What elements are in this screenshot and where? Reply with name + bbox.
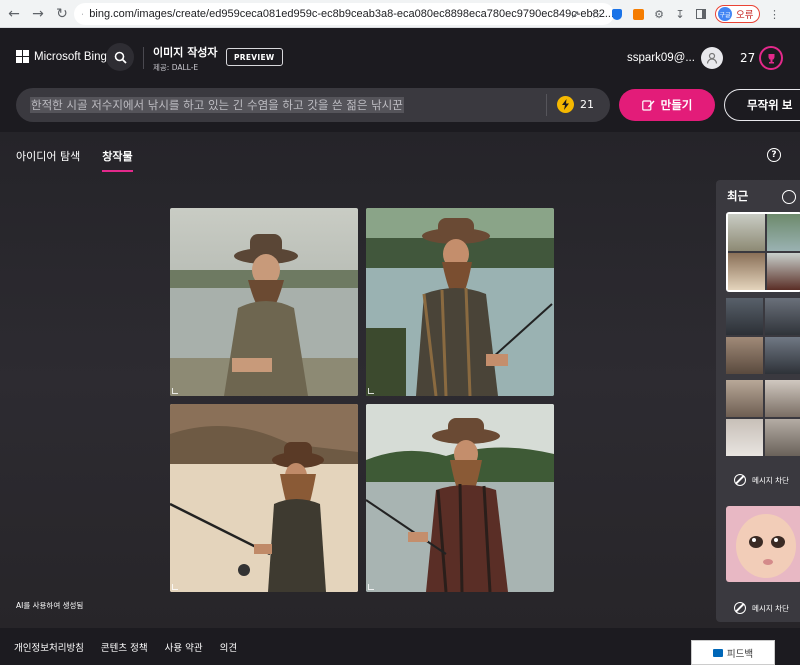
- blocked-message-1[interactable]: 메시지 차단: [734, 474, 789, 486]
- address-bar[interactable]: bing.com/images/create/ed959ceca081ed959…: [74, 3, 614, 25]
- recent-thumb: [726, 380, 763, 417]
- generated-image-1[interactable]: [170, 208, 358, 396]
- boost-counter[interactable]: 21: [557, 96, 594, 113]
- boost-count: 21: [580, 98, 594, 111]
- browser-toolbar: ← → ↻ bing.com/images/create/ed959ceca08…: [0, 0, 800, 28]
- recent-set-baby[interactable]: [726, 506, 800, 582]
- product-title: 이미지 작성자: [153, 46, 218, 59]
- recent-info-icon[interactable]: [782, 190, 796, 204]
- recent-thumb: [765, 337, 800, 374]
- profile-error-label: 오류: [736, 10, 754, 21]
- feedback-label: 피드백: [726, 648, 754, 660]
- search-icon: [114, 51, 127, 64]
- download-icon[interactable]: ↧: [673, 7, 687, 21]
- feedback-icon: [712, 648, 723, 657]
- lock-icon: [82, 13, 84, 15]
- image-watermark-icon: [368, 584, 374, 590]
- surprise-button-label: 무작위 보: [747, 100, 793, 112]
- product-title-block: 이미지 작성자 제공: DALL-E: [153, 44, 218, 73]
- feedback-button[interactable]: 피드백: [691, 640, 775, 665]
- blocked-icon: [734, 474, 746, 486]
- recent-thumb: [765, 298, 800, 335]
- surprise-me-button[interactable]: 무작위 보: [724, 89, 800, 121]
- recent-title: 최근: [727, 189, 749, 203]
- footer-link-content-policy[interactable]: 콘텐츠 정책: [101, 640, 148, 654]
- prompt-input[interactable]: 한적한 시골 저수지에서 낚시를 하고 있는 긴 수염을 하고 갓을 쓴 젊은 …: [30, 97, 404, 113]
- blocked-label: 메시지 차단: [752, 603, 789, 613]
- create-button[interactable]: 만들기: [619, 89, 715, 121]
- create-button-label: 만들기: [660, 100, 693, 112]
- recent-set-portraits-1[interactable]: [726, 298, 800, 374]
- extension-box-icon[interactable]: [631, 7, 645, 21]
- recent-panel: 최근 메시지 차단 메시지 차단: [716, 180, 800, 622]
- ai-generated-note: AI를 사용하여 생성됨: [16, 601, 84, 610]
- profile-button[interactable]: 구글 오류: [715, 5, 761, 23]
- generated-image-2[interactable]: [366, 208, 554, 396]
- reward-count: 27: [740, 51, 756, 65]
- image-watermark-icon: [172, 584, 178, 590]
- footer-link-terms[interactable]: 사용 약관: [165, 640, 203, 654]
- recent-set-fishermen[interactable]: [726, 212, 800, 292]
- blocked-message-2[interactable]: 메시지 차단: [734, 602, 789, 614]
- image-results-grid: [170, 208, 554, 592]
- forward-icon[interactable]: →: [28, 4, 48, 24]
- generated-image-4[interactable]: [366, 404, 554, 592]
- image-watermark-icon: [368, 388, 374, 394]
- sidepanel-icon[interactable]: [694, 7, 708, 21]
- tab-explore-ideas[interactable]: 아이디어 탐색: [16, 148, 80, 172]
- preview-badge: PREVIEW: [226, 48, 283, 66]
- footer-link-privacy[interactable]: 개인정보처리방침: [14, 640, 84, 654]
- tab-bar: 아이디어 탐색 창작물: [16, 148, 133, 172]
- recent-thumb: [726, 419, 763, 456]
- lightning-icon: [557, 96, 574, 113]
- generated-image-3[interactable]: [170, 404, 358, 592]
- footer: 개인정보처리방침 콘텐츠 정책 사용 약관 의견: [0, 628, 800, 665]
- help-icon[interactable]: ?: [767, 148, 781, 162]
- user-avatar[interactable]: [701, 47, 723, 69]
- bing-logo[interactable]: Microsoft Bing: [16, 50, 107, 63]
- extension-shield-icon[interactable]: [610, 7, 624, 21]
- menu-dots-icon[interactable]: ⋮: [767, 7, 781, 21]
- prompt-box: 한적한 시골 저수지에서 낚시를 하고 있는 긴 수염을 하고 갓을 쓴 젊은 …: [16, 88, 610, 122]
- person-icon: [706, 52, 718, 64]
- blocked-icon: [734, 602, 746, 614]
- recent-thumb: [728, 214, 765, 251]
- blocked-label: 메시지 차단: [752, 475, 789, 485]
- search-button[interactable]: [106, 43, 134, 71]
- main-content: 아이디어 탐색 창작물 ? AI를 사용하여 생성됨 최근 메시지 차단 메시지…: [0, 132, 800, 628]
- brand-name: Microsoft Bing: [34, 50, 107, 63]
- rewards-trophy-icon[interactable]: [759, 46, 783, 70]
- microsoft-logo-icon: [16, 50, 29, 63]
- footer-link-opinion[interactable]: 의견: [220, 640, 237, 654]
- recent-thumb: [767, 253, 800, 290]
- recent-thumb: [726, 298, 763, 335]
- boost-divider: [546, 94, 547, 116]
- profile-avatar: 구글: [718, 7, 732, 21]
- recent-thumb: [728, 253, 765, 290]
- header-divider: [143, 47, 144, 69]
- puzzle-icon[interactable]: ⚙: [652, 7, 666, 21]
- star-icon[interactable]: ☆: [589, 7, 603, 21]
- product-subtitle: 제공: DALL-E: [153, 63, 199, 72]
- image-watermark-icon: [172, 388, 178, 394]
- recent-thumb: [765, 419, 800, 456]
- user-name[interactable]: sspark09@...: [627, 52, 695, 64]
- share-icon[interactable]: ↗: [568, 7, 582, 21]
- recent-thumb: [726, 337, 763, 374]
- reload-icon[interactable]: ↻: [52, 4, 72, 24]
- tab-creations[interactable]: 창작물: [102, 148, 133, 172]
- bing-header: Microsoft Bing 이미지 작성자 제공: DALL-E PREVIE…: [0, 28, 800, 132]
- url-text: bing.com/images/create/ed959ceca081ed959…: [89, 8, 614, 20]
- recent-thumb: [765, 380, 800, 417]
- recent-set-portraits-2[interactable]: [726, 380, 800, 456]
- recent-thumb: [767, 214, 800, 251]
- back-icon[interactable]: ←: [4, 4, 24, 24]
- create-pen-icon: [641, 100, 655, 111]
